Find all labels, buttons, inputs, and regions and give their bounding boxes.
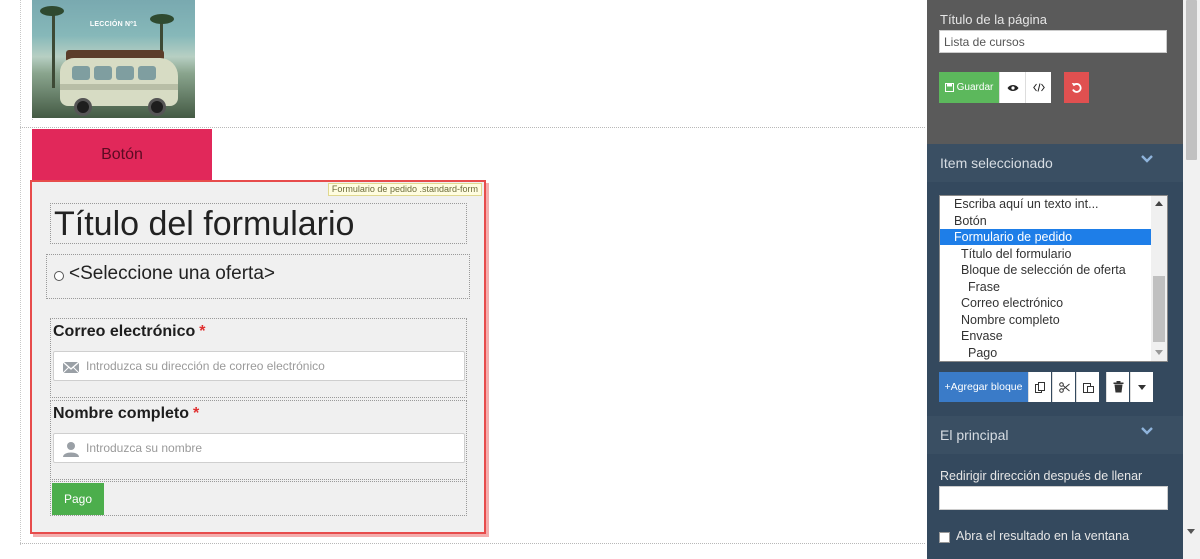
tree-item[interactable]: Formulario de pedido bbox=[940, 229, 1151, 245]
code-icon bbox=[1032, 83, 1045, 92]
section-title: Item seleccionado bbox=[940, 155, 1053, 171]
van-window bbox=[138, 66, 156, 80]
main-section-header[interactable]: El principal bbox=[927, 416, 1183, 454]
page-title-label: Título de la página bbox=[940, 12, 1047, 27]
editor-canvas[interactable]: LECCIÓN Nº1 Botón Formulario de pedido .… bbox=[0, 0, 927, 559]
envelope-icon bbox=[62, 361, 80, 374]
preview-button[interactable] bbox=[999, 72, 1025, 103]
chevron-down-icon bbox=[1141, 155, 1153, 163]
tree-item[interactable]: Botón bbox=[940, 213, 1151, 229]
van-stripe bbox=[60, 84, 178, 90]
save-label: Guardar bbox=[956, 82, 994, 93]
van-wheel bbox=[148, 98, 166, 116]
pay-block[interactable]: Pago bbox=[50, 481, 467, 516]
email-input[interactable]: Introduzca su dirección de correo electr… bbox=[53, 351, 465, 381]
code-button[interactable] bbox=[1025, 72, 1051, 103]
trash-icon bbox=[1113, 381, 1123, 393]
person-icon bbox=[63, 442, 79, 457]
duplicate-button[interactable] bbox=[1028, 372, 1051, 402]
redirect-label: Redirigir dirección después de llenar bbox=[940, 469, 1143, 483]
undo-button[interactable] bbox=[1064, 72, 1089, 103]
page-scroll-thumb[interactable] bbox=[1186, 0, 1197, 160]
name-label: Nombre completo * bbox=[53, 405, 199, 423]
undo-icon bbox=[1071, 83, 1082, 93]
pay-button[interactable]: Pago bbox=[52, 483, 104, 515]
tree-item[interactable]: Frase bbox=[940, 279, 1151, 295]
selected-item-section-header[interactable]: Item seleccionado bbox=[927, 144, 1183, 182]
delete-button[interactable] bbox=[1106, 372, 1129, 402]
layout-guide bbox=[20, 127, 925, 128]
scroll-thumb[interactable] bbox=[1153, 276, 1165, 342]
required-mark: * bbox=[193, 405, 200, 422]
offer-text: <Seleccione una oferta> bbox=[69, 263, 275, 284]
palm-tree-leaves bbox=[40, 6, 64, 16]
email-field-block[interactable]: Correo electrónico * Introduzca su direcc… bbox=[50, 318, 467, 398]
eye-icon bbox=[1007, 84, 1018, 91]
tree-item[interactable]: Bloque de selección de oferta bbox=[940, 262, 1151, 278]
van-window bbox=[72, 66, 90, 80]
order-form-block[interactable]: Formulario de pedido .standard-form Títu… bbox=[30, 180, 486, 534]
open-result-label: Abra el resultado en la ventana bbox=[956, 529, 1130, 543]
floppy-icon bbox=[944, 83, 954, 92]
chevron-down-icon bbox=[1141, 427, 1153, 435]
layout-guide bbox=[20, 0, 21, 545]
tree-item[interactable]: Título del formulario bbox=[940, 246, 1151, 262]
page-scrollbar[interactable] bbox=[1183, 0, 1200, 559]
paste-icon bbox=[1082, 382, 1094, 393]
paste-button[interactable] bbox=[1076, 372, 1099, 402]
layout-guide bbox=[20, 543, 925, 544]
scroll-down-arrow-icon[interactable] bbox=[1187, 529, 1195, 534]
name-placeholder: Introduzca su nombre bbox=[86, 441, 203, 455]
name-label-text: Nombre completo bbox=[53, 405, 190, 422]
scroll-up-arrow-icon[interactable] bbox=[1155, 201, 1163, 206]
required-mark: * bbox=[199, 323, 206, 340]
email-label: Correo electrónico * bbox=[53, 323, 206, 341]
van-wheel bbox=[74, 98, 92, 116]
block-type-badge: Formulario de pedido .standard-form bbox=[327, 183, 482, 196]
add-block-button[interactable]: +Agregar bloque bbox=[939, 372, 1028, 402]
settings-panel: Título de la página Guardar bbox=[927, 0, 1183, 559]
tree-scrollbar[interactable] bbox=[1151, 196, 1167, 361]
email-placeholder: Introduzca su dirección de correo electr… bbox=[86, 359, 325, 373]
block-tree-list[interactable]: Escriba aquí un texto int... Botón Formula… bbox=[939, 195, 1168, 362]
cut-button[interactable] bbox=[1052, 372, 1075, 402]
redirect-input[interactable] bbox=[939, 486, 1168, 510]
form-title-block[interactable]: Título del formulario bbox=[50, 203, 467, 244]
more-actions-button[interactable] bbox=[1130, 372, 1153, 402]
tree-item[interactable]: Pago bbox=[940, 345, 1151, 361]
scissors-icon bbox=[1058, 381, 1070, 393]
name-field-block[interactable]: Nombre completo * Introduzca su nombre bbox=[50, 400, 467, 480]
form-title: Título del formulario bbox=[54, 205, 355, 243]
offer-selection-block[interactable]: <Seleccione una oferta> bbox=[46, 254, 470, 299]
lesson-label: LECCIÓN Nº1 bbox=[89, 21, 138, 28]
tree-item[interactable]: Escriba aquí un texto int... bbox=[940, 196, 1151, 212]
page-settings-section: Título de la página Guardar bbox=[927, 0, 1183, 144]
palm-tree-trunk bbox=[52, 8, 55, 88]
van-window bbox=[94, 66, 112, 80]
name-input[interactable]: Introduzca su nombre bbox=[53, 433, 465, 463]
copy-icon bbox=[1034, 381, 1045, 393]
offer-radio[interactable] bbox=[54, 271, 64, 281]
button-block[interactable]: Botón bbox=[32, 129, 212, 181]
van-window bbox=[116, 66, 134, 80]
page-title-input[interactable] bbox=[939, 30, 1167, 53]
section-title: El principal bbox=[940, 427, 1009, 443]
tree-item[interactable]: Nombre completo bbox=[940, 312, 1151, 328]
open-result-checkbox[interactable] bbox=[939, 532, 950, 543]
scroll-down-arrow-icon[interactable] bbox=[1155, 350, 1163, 355]
save-button[interactable]: Guardar bbox=[939, 72, 999, 103]
lesson-image-block[interactable]: LECCIÓN Nº1 bbox=[32, 0, 195, 118]
email-label-text: Correo electrónico bbox=[53, 323, 196, 340]
tree-item[interactable]: Envase bbox=[940, 328, 1151, 344]
tree-item[interactable]: Correo electrónico bbox=[940, 295, 1151, 311]
caret-down-icon bbox=[1138, 384, 1146, 390]
